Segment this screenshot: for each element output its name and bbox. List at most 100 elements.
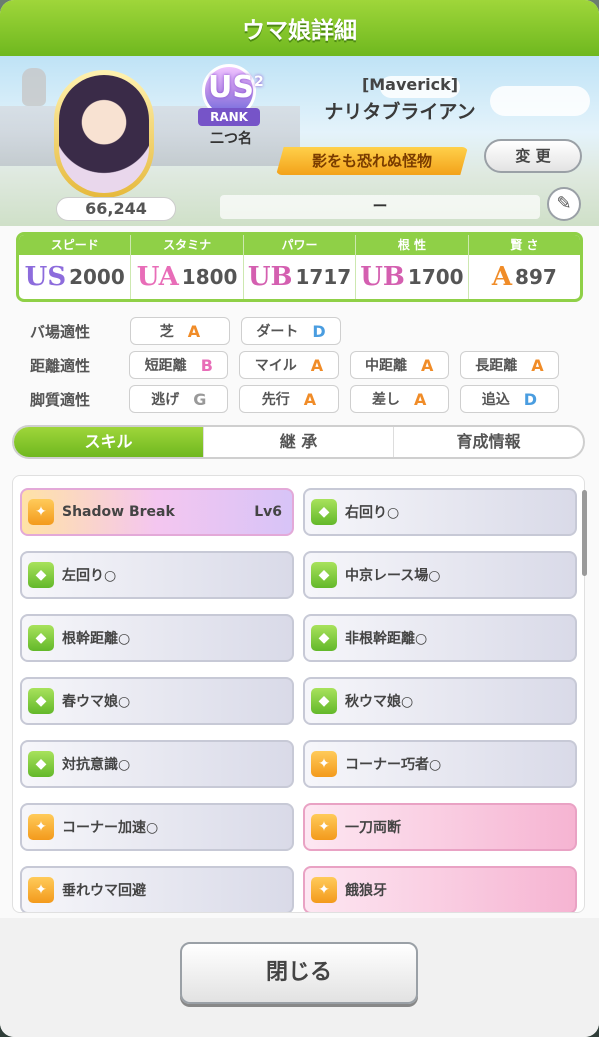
skill-card[interactable]: ◆ 非根幹距離○ <box>303 614 577 662</box>
window-title: ウマ娘詳細 <box>242 18 357 44</box>
skill-name: 餓狼牙 <box>345 883 387 899</box>
skill-card[interactable]: ✦ Shadow Break Lv6 <box>20 488 294 536</box>
aptitude-label: 脚質適性 <box>30 390 91 409</box>
skill-name: 垂れウマ回避 <box>62 883 146 899</box>
skill-icon: ✦ <box>28 499 54 525</box>
skill-name: 根幹距離○ <box>62 631 131 647</box>
skill-card[interactable]: ✦ 一刀両断 <box>303 803 577 851</box>
rank-badge: US2 RANK <box>198 64 264 130</box>
stat-label: スタミナ <box>131 235 243 255</box>
detail-panel: ウマ娘詳細 66,244 US2 RANK 二つ名 [Maverick] ナリタ… <box>0 0 599 1037</box>
aptitude-style-row: 脚質適性 逃げ G 先行 A 差し A 追込 D <box>30 382 570 416</box>
stat-stamina: スタミナ UA 1800 <box>131 235 244 299</box>
stat-grade: UB <box>360 262 405 292</box>
skill-name: 秋ウマ娘○ <box>345 694 414 710</box>
skill-icon: ◆ <box>311 499 337 525</box>
skill-name: コーナー加速○ <box>62 820 159 836</box>
stat-power: パワー UB 1717 <box>243 235 357 299</box>
stat-wit: 賢 さ A 897 <box>468 235 580 299</box>
stat-value: 1800 <box>181 265 238 289</box>
skill-icon: ◆ <box>28 625 54 651</box>
skill-icon: ◆ <box>311 688 337 714</box>
rank-letters: US2 <box>208 70 264 105</box>
horseshoe-icon <box>22 68 46 106</box>
edit-pencil-icon[interactable]: ✎ <box>547 187 581 221</box>
skill-list-container[interactable]: ✦ Shadow Break Lv6 ◆ 右回り○ ◆ 左回り○ ◆ 中京レース場○ ◆ 根幹距離○… <box>12 475 585 913</box>
skill-list-scrollbar[interactable] <box>582 490 587 576</box>
detail-tabs: スキル 継 承 育成情報 <box>12 425 585 459</box>
character-portrait-frame[interactable] <box>54 70 154 198</box>
stat-grade: A <box>491 262 513 292</box>
title-bar: ウマ娘詳細 <box>0 0 599 56</box>
aptitude-item: 芝A <box>130 317 230 345</box>
stat-value: 1700 <box>407 265 464 289</box>
nickname-label: 二つ名 <box>210 131 252 147</box>
stat-grade: US <box>24 262 67 292</box>
stat-label: スピード <box>19 235 131 255</box>
aptitude-item: 逃げ G <box>129 385 229 413</box>
skill-icon: ◆ <box>28 688 54 714</box>
aptitude-item: 差し A <box>349 385 449 413</box>
skill-icon: ◆ <box>311 562 337 588</box>
rank-label: RANK <box>198 108 260 126</box>
skill-card[interactable]: ◆ 根幹距離○ <box>20 614 294 662</box>
skill-icon: ✦ <box>311 877 337 903</box>
skill-card[interactable]: ✦ コーナー巧者○ <box>303 740 577 788</box>
stat-value: 2000 <box>69 265 125 289</box>
skill-card[interactable]: ◆ 秋ウマ娘○ <box>303 677 577 725</box>
skill-name: 中京レース場○ <box>345 568 441 584</box>
skill-icon: ✦ <box>311 751 337 777</box>
tab-inheritance[interactable]: 継 承 <box>204 427 394 457</box>
skill-name: 左回り○ <box>62 568 117 584</box>
skill-card[interactable]: ◆ 右回り○ <box>303 488 577 536</box>
skill-card[interactable]: ◆ 春ウマ娘○ <box>20 677 294 725</box>
skill-name: 春ウマ娘○ <box>62 694 131 710</box>
stat-label: 根 性 <box>356 235 468 255</box>
character-outfit-title: [Maverick] <box>361 75 459 94</box>
change-button[interactable]: 変 更 <box>484 139 582 173</box>
aptitude-item: 先行 A <box>239 385 339 413</box>
skill-icon: ✦ <box>28 877 54 903</box>
skill-name: 対抗意識○ <box>62 757 131 773</box>
cloud <box>490 86 590 116</box>
stats-panel: スピード US 2000 スタミナ UA 1800 パワー UB 1717 根 性 U… <box>16 232 583 302</box>
skill-icon: ◆ <box>28 562 54 588</box>
skill-card[interactable]: ◆ 中京レース場○ <box>303 551 577 599</box>
skill-card[interactable]: ◆ 左回り○ <box>20 551 294 599</box>
aptitude-label: バ場適性 <box>30 322 91 341</box>
stat-label: パワー <box>243 235 356 255</box>
skill-icon: ◆ <box>311 625 337 651</box>
aptitude-track-row: バ場適性 芝A ダート D <box>30 314 570 348</box>
stat-grade: UB <box>247 262 293 292</box>
aptitude-item: 追込 D <box>459 385 559 413</box>
skill-grid: ✦ Shadow Break Lv6 ◆ 右回り○ ◆ 左回り○ ◆ 中京レース場○ ◆ 根幹距離○… <box>20 488 577 912</box>
skill-card[interactable]: ✦ コーナー加速○ <box>20 803 294 851</box>
skill-icon: ◆ <box>28 751 54 777</box>
skill-name: 一刀両断 <box>345 820 401 836</box>
stat-guts: 根 性 UB 1700 <box>356 235 469 299</box>
aptitude-item: ダート D <box>241 317 341 345</box>
aptitude-item: 長距離 A <box>459 351 559 379</box>
aptitude-item: マイル A <box>239 351 339 379</box>
aptitude-item: 中距離 A <box>349 351 449 379</box>
stat-speed: スピード US 2000 <box>19 235 132 299</box>
skill-card[interactable]: ◆ 対抗意識○ <box>20 740 294 788</box>
skill-name: コーナー巧者○ <box>345 757 442 773</box>
aptitude-section: バ場適性 芝A ダート D 距離適性 短距離 B マイル A 中距離 A 長距離 A 脚質… <box>30 314 570 416</box>
aptitude-item: 短距離 B <box>129 351 229 379</box>
close-button[interactable]: 閉じる <box>180 942 418 1004</box>
aptitude-label: 距離適性 <box>30 356 91 375</box>
stat-grade: UA <box>136 262 179 292</box>
skill-card[interactable]: ✦ 餓狼牙 <box>303 866 577 912</box>
stat-value: 897 <box>515 265 557 289</box>
tab-training-info[interactable]: 育成情報 <box>394 427 583 457</box>
skill-icon: ✦ <box>28 814 54 840</box>
character-name: ナリタブライアン <box>324 101 476 123</box>
stat-label: 賢 さ <box>468 235 580 255</box>
skill-name: 右回り○ <box>345 505 400 521</box>
skill-card[interactable]: ✦ 垂れウマ回避 <box>20 866 294 912</box>
skill-name: 非根幹距離○ <box>345 631 428 647</box>
tab-skills[interactable]: スキル <box>14 427 204 457</box>
comment-field: ー <box>220 195 540 219</box>
skill-level: Lv6 <box>254 504 282 520</box>
